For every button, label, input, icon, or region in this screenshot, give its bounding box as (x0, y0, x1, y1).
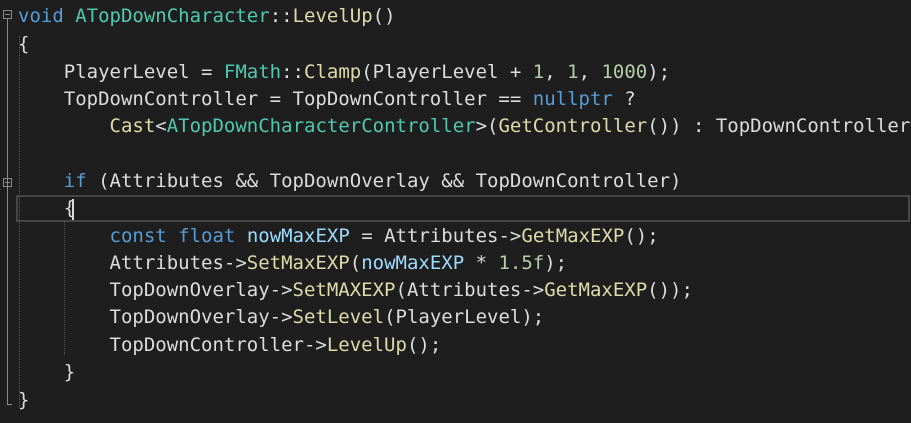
code-line-15[interactable]: } (18, 387, 29, 414)
collapse-toggle-icon[interactable] (3, 178, 12, 187)
code-line-5[interactable]: Cast<ATopDownCharacterController>(GetCon… (18, 113, 911, 140)
code-line-8[interactable]: { (18, 195, 75, 222)
outline-end (7, 404, 12, 405)
code-line-4[interactable]: TopDownController = TopDownController ==… (18, 86, 636, 113)
current-line-highlight (16, 195, 910, 222)
code-line-14[interactable]: } (18, 359, 75, 386)
code-line-9[interactable]: const float nowMaxEXP = Attributes->GetM… (18, 223, 659, 250)
code-line-7[interactable]: if (Attributes && TopDownOverlay && TopD… (18, 168, 682, 195)
code-line-10[interactable]: Attributes->SetMaxEXP(nowMaxEXP * 1.5f); (18, 250, 568, 277)
code-editor[interactable]: void ATopDownCharacter::LevelUp() { Play… (0, 0, 911, 423)
code-line-13[interactable]: TopDownController->LevelUp(); (18, 332, 442, 359)
collapse-toggle-icon[interactable] (3, 10, 12, 19)
code-line-12[interactable]: TopDownOverlay->SetLevel(PlayerLevel); (18, 304, 545, 331)
outline-line (7, 19, 8, 404)
code-line-2[interactable]: { (18, 31, 29, 58)
outlining-margin (0, 0, 16, 423)
code-line-1[interactable]: void ATopDownCharacter::LevelUp() (18, 3, 396, 30)
text-caret (72, 199, 74, 220)
code-line-3[interactable]: PlayerLevel = FMath::Clamp(PlayerLevel +… (18, 59, 670, 86)
code-line-11[interactable]: TopDownOverlay->SetMAXEXP(Attributes->Ge… (18, 277, 693, 304)
